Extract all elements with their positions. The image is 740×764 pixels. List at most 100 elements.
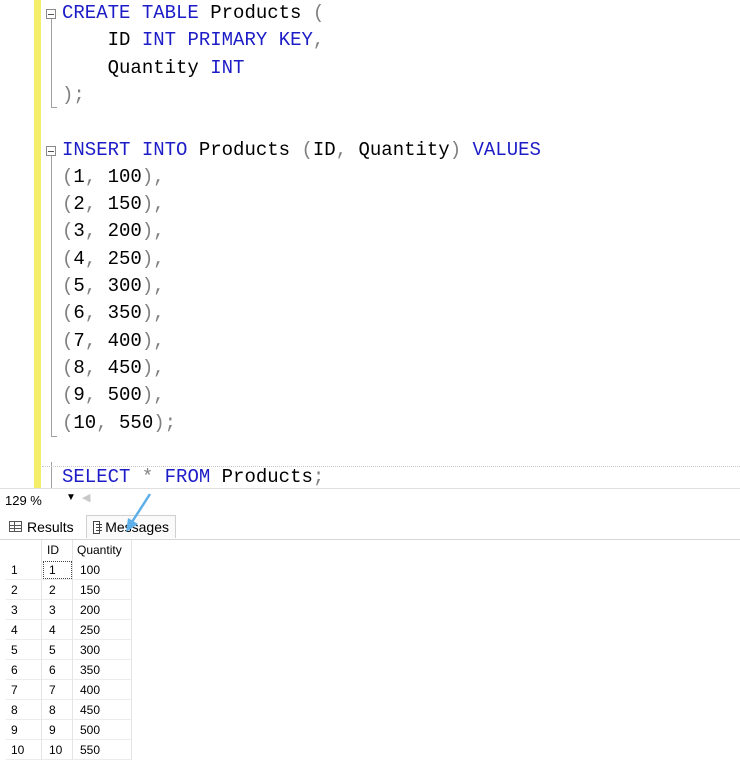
cell-id[interactable]: 5 — [42, 640, 73, 660]
cell-quantity[interactable]: 450 — [73, 700, 132, 720]
code-line[interactable]: (7, 400), — [62, 328, 165, 355]
code-line[interactable]: (2, 150), — [62, 191, 165, 218]
tab-results[interactable]: Results — [3, 515, 83, 538]
code-token: ( — [62, 329, 74, 352]
code-line[interactable]: (4, 250), — [62, 246, 165, 273]
code-token: ), — [141, 329, 165, 352]
zoom-value: 129 % — [5, 493, 42, 508]
code-token: ); — [62, 83, 85, 106]
change-tracking-bar — [34, 0, 41, 488]
row-number[interactable]: 2 — [6, 580, 42, 600]
cell-id[interactable]: 4 — [42, 620, 73, 640]
grid-header-row: ID Quantity — [6, 540, 132, 560]
code-token: 4 — [73, 247, 85, 270]
row-number[interactable]: 10 — [6, 740, 42, 760]
table-row[interactable]: 7 7 400 — [6, 680, 132, 700]
cell-quantity[interactable]: 150 — [73, 580, 132, 600]
code-token: ( — [62, 275, 74, 297]
code-line[interactable]: (10, 550); — [62, 410, 176, 437]
code-token: ( — [312, 2, 325, 24]
cell-id[interactable]: 10 — [42, 740, 73, 760]
code-token: 150 — [96, 193, 142, 216]
code-token: , — [84, 329, 97, 352]
table-row[interactable]: 8 8 450 — [6, 700, 132, 720]
row-number-header[interactable] — [6, 540, 42, 560]
cell-quantity[interactable]: 350 — [73, 660, 132, 680]
code-token: * — [141, 466, 154, 488]
table-row[interactable]: 10 10 550 — [6, 740, 132, 760]
code-line[interactable]: (8, 450), — [62, 355, 165, 382]
table-row[interactable]: 9 9 500 — [6, 720, 132, 740]
row-number[interactable]: 7 — [6, 680, 42, 700]
cell-id[interactable]: 7 — [42, 680, 73, 700]
code-token: Products — [198, 2, 313, 24]
code-token: ( — [62, 302, 74, 325]
cell-id[interactable]: 2 — [42, 580, 73, 600]
cell-id[interactable]: 3 — [42, 600, 73, 620]
code-token: SELECT — [62, 466, 131, 488]
code-line[interactable]: (6, 350), — [62, 300, 165, 327]
code-line[interactable]: Quantity INT — [62, 55, 245, 82]
code-line[interactable]: ); — [62, 82, 85, 109]
zoom-dropdown[interactable]: 129 % ▼ — [2, 492, 76, 510]
collapse-insert-icon[interactable] — [46, 146, 56, 156]
code-token: PRIMARY — [187, 29, 268, 52]
cell-quantity[interactable]: 100 — [73, 560, 132, 580]
code-token: ; — [312, 466, 325, 488]
code-token: , — [84, 247, 97, 270]
cell-quantity[interactable]: 550 — [73, 740, 132, 760]
cell-quantity[interactable]: 300 — [73, 640, 132, 660]
fold-guide-end — [51, 107, 57, 108]
code-line[interactable]: (3, 200), — [62, 218, 165, 245]
row-number[interactable]: 6 — [6, 660, 42, 680]
cell-quantity[interactable]: 500 — [73, 720, 132, 740]
cell-quantity[interactable]: 400 — [73, 680, 132, 700]
code-token: ); — [153, 411, 177, 434]
code-token: ), — [141, 165, 165, 188]
column-header-id[interactable]: ID — [42, 540, 73, 560]
row-number[interactable]: 5 — [6, 640, 42, 660]
table-row[interactable]: 1 1 100 — [6, 560, 132, 580]
row-number[interactable]: 4 — [6, 620, 42, 640]
row-number[interactable]: 8 — [6, 700, 42, 720]
fold-guide-end — [51, 436, 57, 437]
column-header-quantity[interactable]: Quantity — [73, 540, 132, 560]
code-token: , — [335, 138, 348, 161]
table-row[interactable]: 4 4 250 — [6, 620, 132, 640]
row-number[interactable]: 9 — [6, 720, 42, 740]
code-line[interactable]: SELECT * FROM Products; — [62, 464, 324, 488]
chevron-down-icon[interactable]: ▼ — [66, 492, 76, 503]
table-row[interactable]: 3 3 200 — [6, 600, 132, 620]
code-token: , — [84, 384, 97, 407]
code-token: ( — [62, 165, 74, 188]
scroll-left-icon[interactable]: ◀ — [82, 491, 90, 504]
cell-quantity[interactable]: 200 — [73, 600, 132, 620]
cell-id[interactable]: 8 — [42, 700, 73, 720]
table-row[interactable]: 5 5 300 — [6, 640, 132, 660]
code-token: 9 — [73, 384, 85, 407]
cell-id[interactable]: 6 — [42, 660, 73, 680]
sql-editor[interactable]: CREATE TABLE Products ( ID INT PRIMARY K… — [0, 0, 740, 488]
table-row[interactable]: 6 6 350 — [6, 660, 132, 680]
code-token: 1 — [73, 165, 85, 188]
table-row[interactable]: 2 2 150 — [6, 580, 132, 600]
collapse-create-icon[interactable] — [46, 9, 56, 19]
code-line[interactable]: (1, 100), — [62, 164, 165, 191]
cell-quantity[interactable]: 250 — [73, 620, 132, 640]
code-token: 200 — [96, 220, 142, 243]
code-line[interactable]: ID INT PRIMARY KEY, — [62, 27, 325, 54]
code-token: INSERT — [62, 138, 131, 161]
cell-id[interactable]: 1 — [42, 560, 73, 580]
code-line[interactable]: CREATE TABLE Products ( — [62, 0, 324, 27]
code-line[interactable]: (9, 500), — [62, 382, 165, 409]
code-token: 450 — [96, 356, 142, 379]
row-number[interactable]: 3 — [6, 600, 42, 620]
code-line[interactable]: (5, 300), — [62, 273, 165, 300]
row-number[interactable]: 1 — [6, 560, 42, 580]
code-token: , — [96, 411, 108, 434]
code-line[interactable]: INSERT INTO Products (ID, Quantity) VALU… — [62, 137, 541, 164]
cell-id[interactable]: 9 — [42, 720, 73, 740]
